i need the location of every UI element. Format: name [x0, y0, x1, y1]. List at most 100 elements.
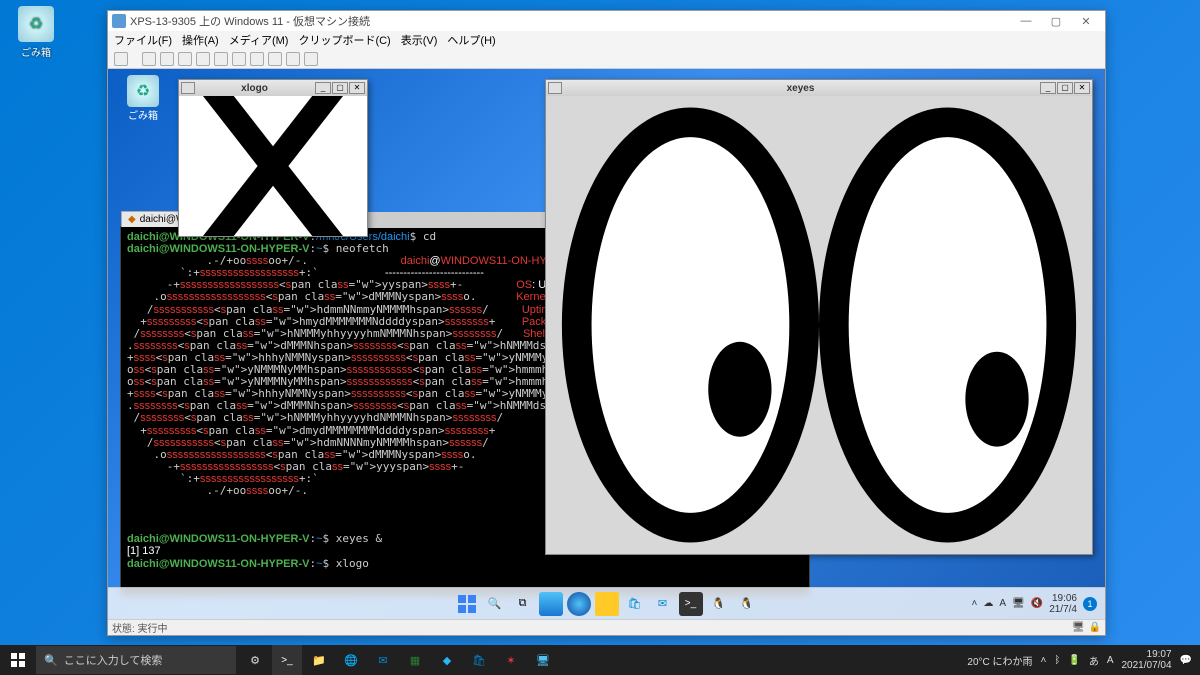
- host-mail-button[interactable]: ✉: [368, 645, 398, 675]
- host-tray-clock[interactable]: 19:07 2021/07/04: [1121, 649, 1171, 671]
- guest-clock-time: 19:06: [1049, 593, 1077, 604]
- toolbar-shutdown[interactable]: [178, 52, 192, 66]
- host-explorer-button[interactable]: 📁: [304, 645, 334, 675]
- host-start-button[interactable]: [0, 645, 36, 675]
- xeyes-titlebar[interactable]: xeyes _ ▢ ✕: [546, 80, 1092, 96]
- host-edge-button[interactable]: 🌐: [336, 645, 366, 675]
- host-app1-button[interactable]: ◆: [432, 645, 462, 675]
- guest-tray-notifications[interactable]: 1: [1083, 597, 1097, 611]
- host-taskbar: 🔍 ここに入力して検索 ⚙ >_ 📁 🌐 ✉ ▦ ◆ 🛍 ✶ 🖥 20°C にわ…: [0, 645, 1200, 675]
- host-tray: 20°C にわか雨 ˄ ᛒ 🔋 あ A 19:07 2021/07/04 💬: [959, 649, 1200, 671]
- guest-start-button[interactable]: [455, 592, 479, 616]
- menu-help[interactable]: ヘルプ(H): [447, 32, 495, 48]
- toolbar-reset[interactable]: [232, 52, 246, 66]
- guest-recycle-bin[interactable]: ごみ箱: [118, 75, 168, 122]
- guest-edge-button[interactable]: [567, 592, 591, 616]
- toolbar-share[interactable]: [304, 52, 318, 66]
- host-search-placeholder: ここに入力して検索: [64, 652, 163, 668]
- vm-titlebar[interactable]: XPS-13-9305 上の Windows 11 - 仮想マシン接続 — ▢ …: [108, 11, 1105, 31]
- vm-guest-desktop[interactable]: ごみ箱 ◆ daichi@WI ✕ daichi@WINDOWS11-ON-HY…: [108, 69, 1105, 619]
- maximize-button[interactable]: ▢: [1041, 15, 1071, 28]
- vm-app-icon: [112, 14, 126, 28]
- host-hyperv-button[interactable]: 🖥: [528, 645, 558, 675]
- menu-action[interactable]: 操作(A): [182, 32, 219, 48]
- xlogo-title: xlogo: [195, 83, 314, 94]
- guest-explorer-button[interactable]: [595, 592, 619, 616]
- close-button[interactable]: ✕: [1071, 15, 1101, 28]
- host-tray-ime2[interactable]: A: [1107, 655, 1114, 666]
- guest-tray-chevron[interactable]: ˄: [972, 598, 978, 609]
- recycle-bin-icon: [18, 6, 54, 42]
- host-clock-time: 19:07: [1121, 649, 1171, 660]
- desktop-icon-label: ごみ箱: [6, 44, 66, 59]
- guest-icon-label: ごみ箱: [118, 107, 168, 122]
- minimize-button[interactable]: —: [1011, 15, 1041, 27]
- guest-terminal-button[interactable]: >_: [679, 592, 703, 616]
- host-excel-button[interactable]: ▦: [400, 645, 430, 675]
- vm-statusbar: 状態: 実行中 🖥 🔒: [108, 619, 1105, 635]
- toolbar-turnoff[interactable]: [160, 52, 174, 66]
- xlogo-maximize[interactable]: ▢: [332, 82, 348, 94]
- toolbar-checkpoint[interactable]: [250, 52, 264, 66]
- toolbar-save[interactable]: [196, 52, 210, 66]
- xeyes-maximize[interactable]: ▢: [1057, 82, 1073, 94]
- guest-tray-network-icon[interactable]: 🖥: [1012, 598, 1025, 609]
- xlogo-icon: [179, 96, 367, 236]
- toolbar-pause[interactable]: [214, 52, 228, 66]
- recycle-bin-icon: [127, 75, 159, 107]
- xlogo-close[interactable]: ✕: [349, 82, 365, 94]
- toolbar-ctrl-alt-del[interactable]: [114, 52, 128, 66]
- host-weather[interactable]: 20°C にわか雨: [967, 653, 1032, 668]
- guest-clock-date: 21/7/4: [1049, 604, 1077, 615]
- guest-store-button[interactable]: 🛍: [623, 592, 647, 616]
- xeyes-menu-button[interactable]: [548, 82, 562, 94]
- xeyes-icon: [552, 102, 1086, 548]
- xlogo-menu-button[interactable]: [181, 82, 195, 94]
- guest-taskview-button[interactable]: ⧉: [511, 592, 535, 616]
- guest-tray-cloud-icon[interactable]: ☁: [983, 598, 993, 609]
- xeyes-close[interactable]: ✕: [1074, 82, 1090, 94]
- vm-status-display-icon: 🖥: [1072, 622, 1085, 633]
- host-tray-notifications-icon[interactable]: 💬: [1180, 655, 1192, 666]
- host-clock-date: 2021/07/04: [1121, 660, 1171, 671]
- vm-status-text: 状態: 実行中: [112, 620, 168, 635]
- host-tray-ime1[interactable]: あ: [1089, 653, 1099, 668]
- guest-tray-volume-icon[interactable]: 🔇: [1031, 598, 1043, 609]
- host-tray-battery-icon[interactable]: 🔋: [1068, 655, 1080, 666]
- host-settings-button[interactable]: ⚙: [240, 645, 270, 675]
- host-tray-bluetooth-icon[interactable]: ᛒ: [1054, 655, 1060, 666]
- menu-clipboard[interactable]: クリップボード(C): [298, 32, 390, 48]
- xlogo-window[interactable]: xlogo _ ▢ ✕: [178, 79, 368, 237]
- xlogo-minimize[interactable]: _: [315, 82, 331, 94]
- xeyes-minimize[interactable]: _: [1040, 82, 1056, 94]
- vm-title: XPS-13-9305 上の Windows 11 - 仮想マシン接続: [130, 13, 1011, 29]
- toolbar-enhanced[interactable]: [286, 52, 300, 66]
- menu-file[interactable]: ファイル(F): [114, 32, 172, 48]
- guest-linux2-button[interactable]: 🐧: [735, 592, 759, 616]
- host-recycle-bin[interactable]: ごみ箱: [6, 6, 66, 59]
- host-tray-chevron[interactable]: ˄: [1041, 655, 1047, 666]
- menu-media[interactable]: メディア(M): [229, 32, 289, 48]
- guest-mail-button[interactable]: ✉: [651, 592, 675, 616]
- host-store-button[interactable]: 🛍: [464, 645, 494, 675]
- vm-status-lock-icon: 🔒: [1089, 622, 1101, 633]
- vm-toolbar: [108, 49, 1105, 69]
- toolbar-start[interactable]: [142, 52, 156, 66]
- xeyes-window[interactable]: xeyes _ ▢ ✕: [545, 79, 1093, 555]
- menu-view[interactable]: 表示(V): [401, 32, 438, 48]
- guest-tray-clock[interactable]: 19:06 21/7/4: [1049, 593, 1077, 615]
- guest-tray-ime[interactable]: A: [999, 598, 1006, 609]
- host-app2-button[interactable]: ✶: [496, 645, 526, 675]
- xeyes-title: xeyes: [562, 83, 1039, 94]
- xeyes-body[interactable]: [546, 96, 1092, 554]
- host-taskbar-icons: ⚙ >_ 📁 🌐 ✉ ▦ ◆ 🛍 ✶ 🖥: [240, 645, 558, 675]
- host-search-box[interactable]: 🔍 ここに入力して検索: [36, 646, 236, 674]
- toolbar-revert[interactable]: [268, 52, 282, 66]
- guest-search-button[interactable]: 🔍: [483, 592, 507, 616]
- guest-widgets-button[interactable]: [539, 592, 563, 616]
- xlogo-titlebar[interactable]: xlogo _ ▢ ✕: [179, 80, 367, 96]
- search-icon: 🔍: [44, 654, 58, 667]
- host-terminal-button[interactable]: >_: [272, 645, 302, 675]
- vm-connection-window: XPS-13-9305 上の Windows 11 - 仮想マシン接続 — ▢ …: [107, 10, 1106, 636]
- guest-linux1-button[interactable]: 🐧: [707, 592, 731, 616]
